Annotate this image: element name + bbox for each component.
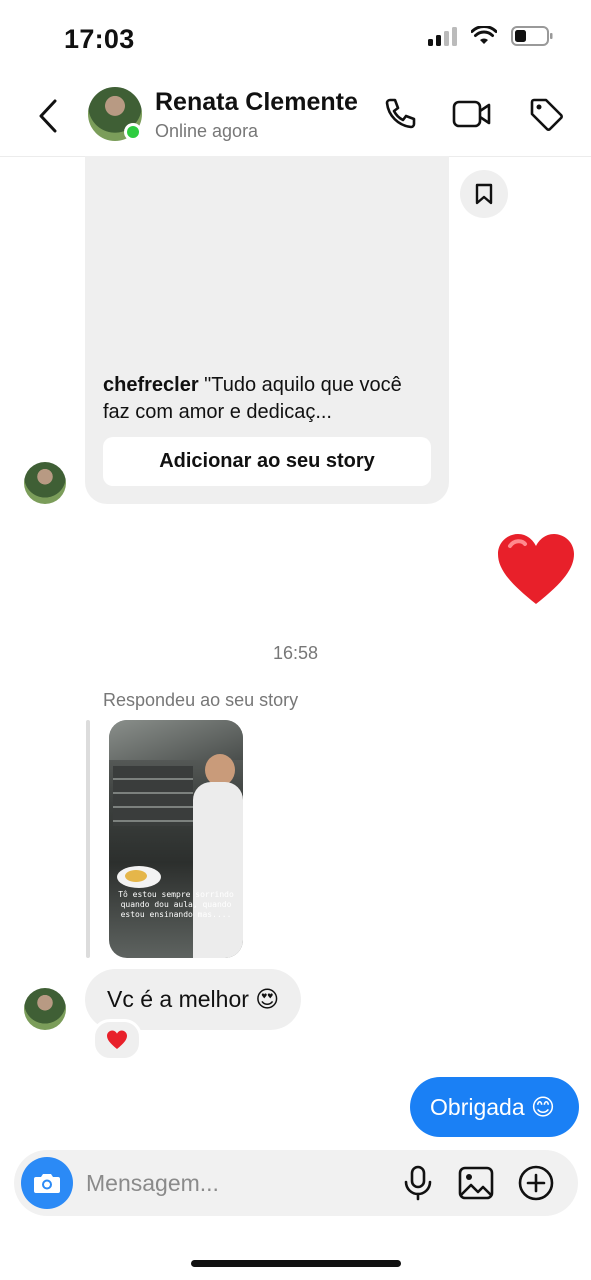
image-icon bbox=[458, 1166, 494, 1200]
video-call-button[interactable] bbox=[452, 94, 492, 134]
phone-icon bbox=[385, 98, 416, 129]
wifi-icon bbox=[471, 26, 497, 44]
sender-avatar[interactable] bbox=[24, 462, 66, 504]
camera-icon bbox=[34, 1174, 60, 1193]
story-username: chefrecler bbox=[103, 374, 199, 396]
add-to-story-button[interactable]: Adicionar ao seu story bbox=[103, 437, 431, 486]
story-thumbnail[interactable]: Tô estou sempre sorrindo quando dou aula… bbox=[109, 720, 243, 958]
bookmark-icon bbox=[475, 183, 493, 205]
status-icons bbox=[427, 26, 553, 46]
contact-status: Online agora bbox=[155, 121, 259, 141]
thumb-food bbox=[125, 870, 147, 882]
story-caption: chefrecler "Tudo aquilo que você faz com… bbox=[103, 372, 423, 426]
more-options-button[interactable] bbox=[516, 1163, 556, 1203]
tag-icon bbox=[530, 98, 563, 131]
gallery-button[interactable] bbox=[456, 1163, 496, 1203]
voice-message-button[interactable] bbox=[398, 1163, 438, 1203]
message-composer bbox=[14, 1150, 578, 1216]
microphone-icon bbox=[404, 1165, 432, 1201]
thumb-chef-jacket bbox=[193, 782, 243, 958]
online-indicator bbox=[124, 123, 142, 141]
tag-button[interactable] bbox=[526, 94, 566, 134]
heart-reaction-icon bbox=[107, 1030, 127, 1049]
message-input[interactable] bbox=[86, 1164, 366, 1202]
chat-header: Renata Clemente Online agora bbox=[0, 76, 591, 157]
signal-icon bbox=[428, 27, 457, 46]
save-story-button[interactable] bbox=[460, 170, 508, 218]
heart-emoji bbox=[498, 534, 574, 604]
replied-to-story-label: Respondeu ao seu story bbox=[103, 690, 299, 710]
reply-indicator-bar bbox=[86, 720, 90, 958]
thumb-shelves bbox=[113, 766, 193, 826]
contact-name[interactable]: Renata Clemente bbox=[155, 88, 358, 117]
video-camera-icon bbox=[452, 100, 491, 128]
camera-button[interactable] bbox=[21, 1157, 73, 1209]
thumbnail-caption: Tô estou sempre sorrindo quando dou aula… bbox=[118, 890, 234, 919]
plus-circle-icon bbox=[518, 1165, 554, 1201]
status-time: 17:03 bbox=[64, 24, 135, 54]
call-button[interactable] bbox=[379, 94, 419, 134]
battery-icon bbox=[511, 26, 553, 46]
message-timestamp: 16:58 bbox=[272, 643, 319, 663]
shared-story-card[interactable]: chefrecler "Tudo aquilo que você faz com… bbox=[85, 156, 449, 504]
home-indicator[interactable] bbox=[191, 1260, 401, 1267]
sender-avatar[interactable] bbox=[24, 988, 66, 1030]
back-arrow-icon bbox=[39, 99, 57, 133]
outgoing-message[interactable]: Obrigada 😊 bbox=[410, 1077, 579, 1137]
back-button[interactable] bbox=[30, 94, 66, 138]
message-reaction[interactable] bbox=[92, 1019, 142, 1061]
